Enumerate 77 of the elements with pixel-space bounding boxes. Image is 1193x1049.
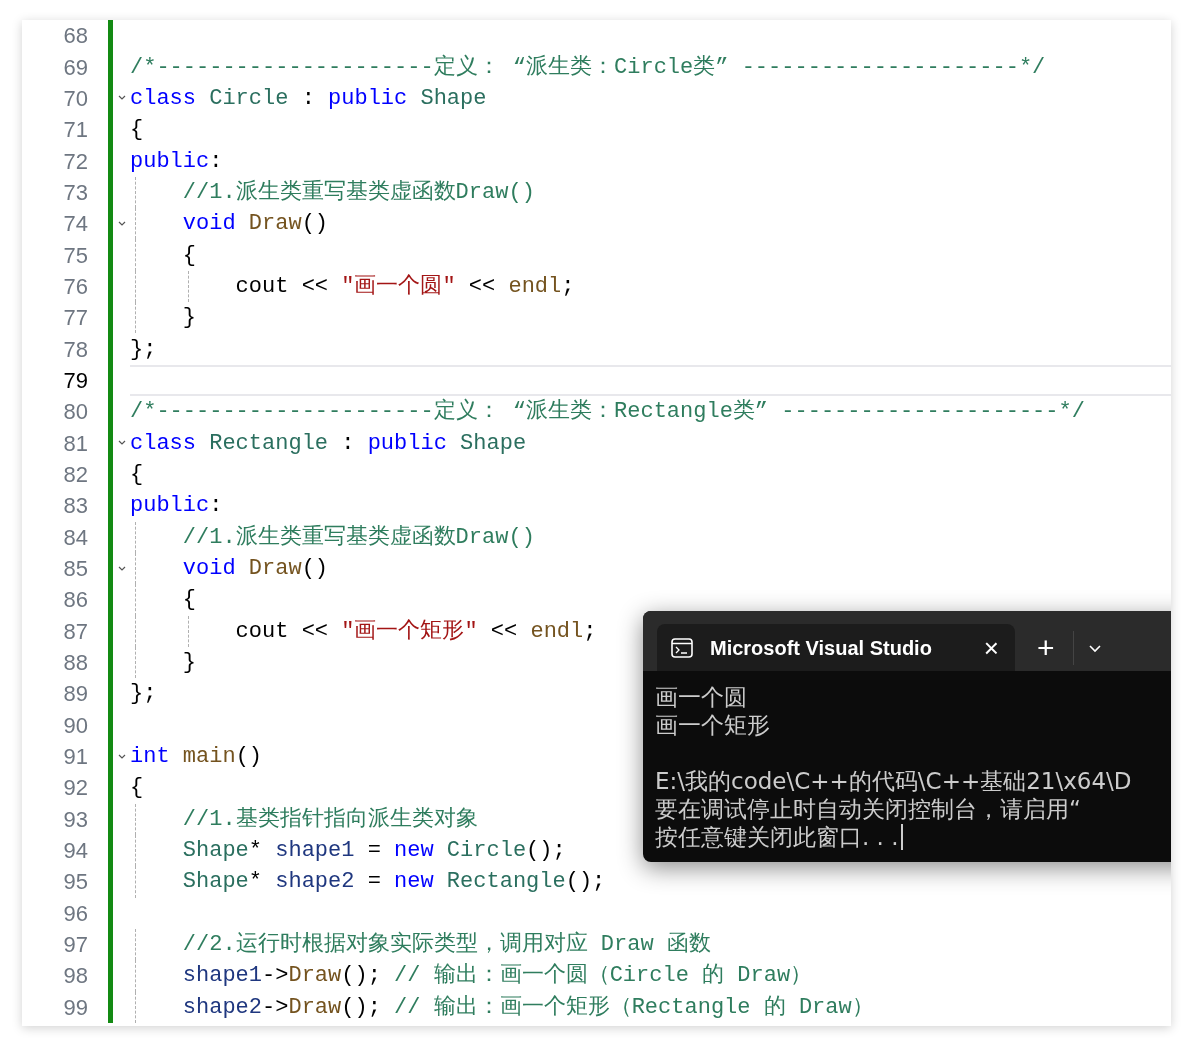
code-line: public: [130,492,223,521]
line-number: 75 [63,242,88,268]
code-line: { [130,774,144,803]
code-line: } [181,649,196,678]
code-line: class Rectangle : public Shape [130,429,527,458]
fold-caret-icon[interactable] [117,565,126,572]
code-line: shape2->Draw(); // 输出：画一个矩形（Rectangle 的 Draw） [181,993,874,1022]
line-number: 95 [63,869,88,895]
fold-caret-icon[interactable] [117,440,126,447]
new-tab-button[interactable]: + [1037,632,1055,663]
console-output-line: 按任意键关闭此窗口. . . [655,822,899,852]
console-output-line: 要在调试停止时自动关闭控制台，请启用“ [655,794,1081,824]
code-line: //1.派生类重写基类虚函数Draw() [181,523,535,552]
code-line: class Circle : public Shape [130,84,487,113]
code-line: void Draw() [181,210,329,239]
code-line: //2.运行时根据对象实际类型，调用对应 Draw 函数 [181,930,711,960]
console-icon [671,637,693,658]
code-line: cout << "画一个圆" << endl; [234,272,575,301]
line-number: 79 [63,367,88,393]
code-line: } [181,304,196,333]
code-line: { [130,116,144,145]
line-number: 78 [63,336,88,362]
line-number: 77 [63,305,88,331]
line-number: 91 [63,744,88,770]
line-number: 69 [63,54,88,80]
line-number: 83 [63,493,88,519]
fold-caret-icon[interactable] [117,95,126,102]
line-number: 80 [63,399,88,425]
console-tab-title: Microsoft Visual Studio [710,635,932,661]
line-number: 97 [63,932,88,958]
code-line: //1.基类指针指向派生类对象 [181,805,478,834]
line-number: 86 [63,587,88,613]
code-line: Shape* shape2 = new Rectangle(); [181,868,606,897]
line-number: 88 [63,650,88,676]
code-line: //1.派生类重写基类虚函数Draw() [181,178,535,207]
text-cursor-icon [900,824,903,850]
line-number: 93 [63,806,88,832]
line-number: 99 [63,994,88,1020]
line-number: 94 [63,838,88,864]
code-line: { [181,241,196,270]
line-number: 73 [63,179,88,205]
console-output-line: E:\我的code\C++的代码\C++基础21\x64\D [655,766,1132,796]
line-number: 90 [63,712,88,738]
line-number: 71 [63,117,88,143]
close-button[interactable]: × [983,634,999,661]
code-line: shape1->Draw(); // 输出：画一个圆（Circle 的 Draw） [181,962,813,991]
code-line: }; [130,335,157,364]
console-tab[interactable]: Microsoft Visual Studio × [657,624,1015,671]
fold-caret-icon[interactable] [117,220,126,227]
line-number: 72 [63,148,88,174]
code-line: /*---------------------定义： “派生类：Rectangle类” ---------------------*/ [130,397,1085,427]
line-number: 84 [63,524,88,550]
line-number: 74 [63,211,88,237]
line-number: 68 [63,23,88,49]
fold-caret-icon[interactable] [117,753,126,760]
line-number: 89 [63,681,88,707]
line-number: 76 [63,273,88,299]
line-number: 82 [63,462,88,487]
code-line: Shape* shape1 = new Circle(); [181,837,566,866]
code-line: public: [130,147,223,176]
line-number: 87 [63,618,88,644]
console-output-line: 画一个圆 [655,682,747,712]
line-number: 98 [63,963,88,989]
code-line: /*---------------------定义： “派生类：Circle类” ---------------------*/ [130,53,1046,82]
line-number: 70 [63,85,88,111]
line-number: 96 [63,900,88,926]
code-line: void Draw() [181,555,329,583]
code-line: cout << "画一个矩形" << endl; [234,617,597,646]
console-output-line: 画一个矩形 [655,710,770,740]
code-line: }; [130,680,157,709]
line-number: 92 [63,775,88,801]
code-line: { [130,461,144,489]
dropdown-chevron-icon[interactable] [1087,642,1102,653]
line-number: 81 [63,430,88,456]
line-number: 85 [63,556,88,581]
code-line: { [181,586,196,615]
code-line: int main() [130,743,263,772]
